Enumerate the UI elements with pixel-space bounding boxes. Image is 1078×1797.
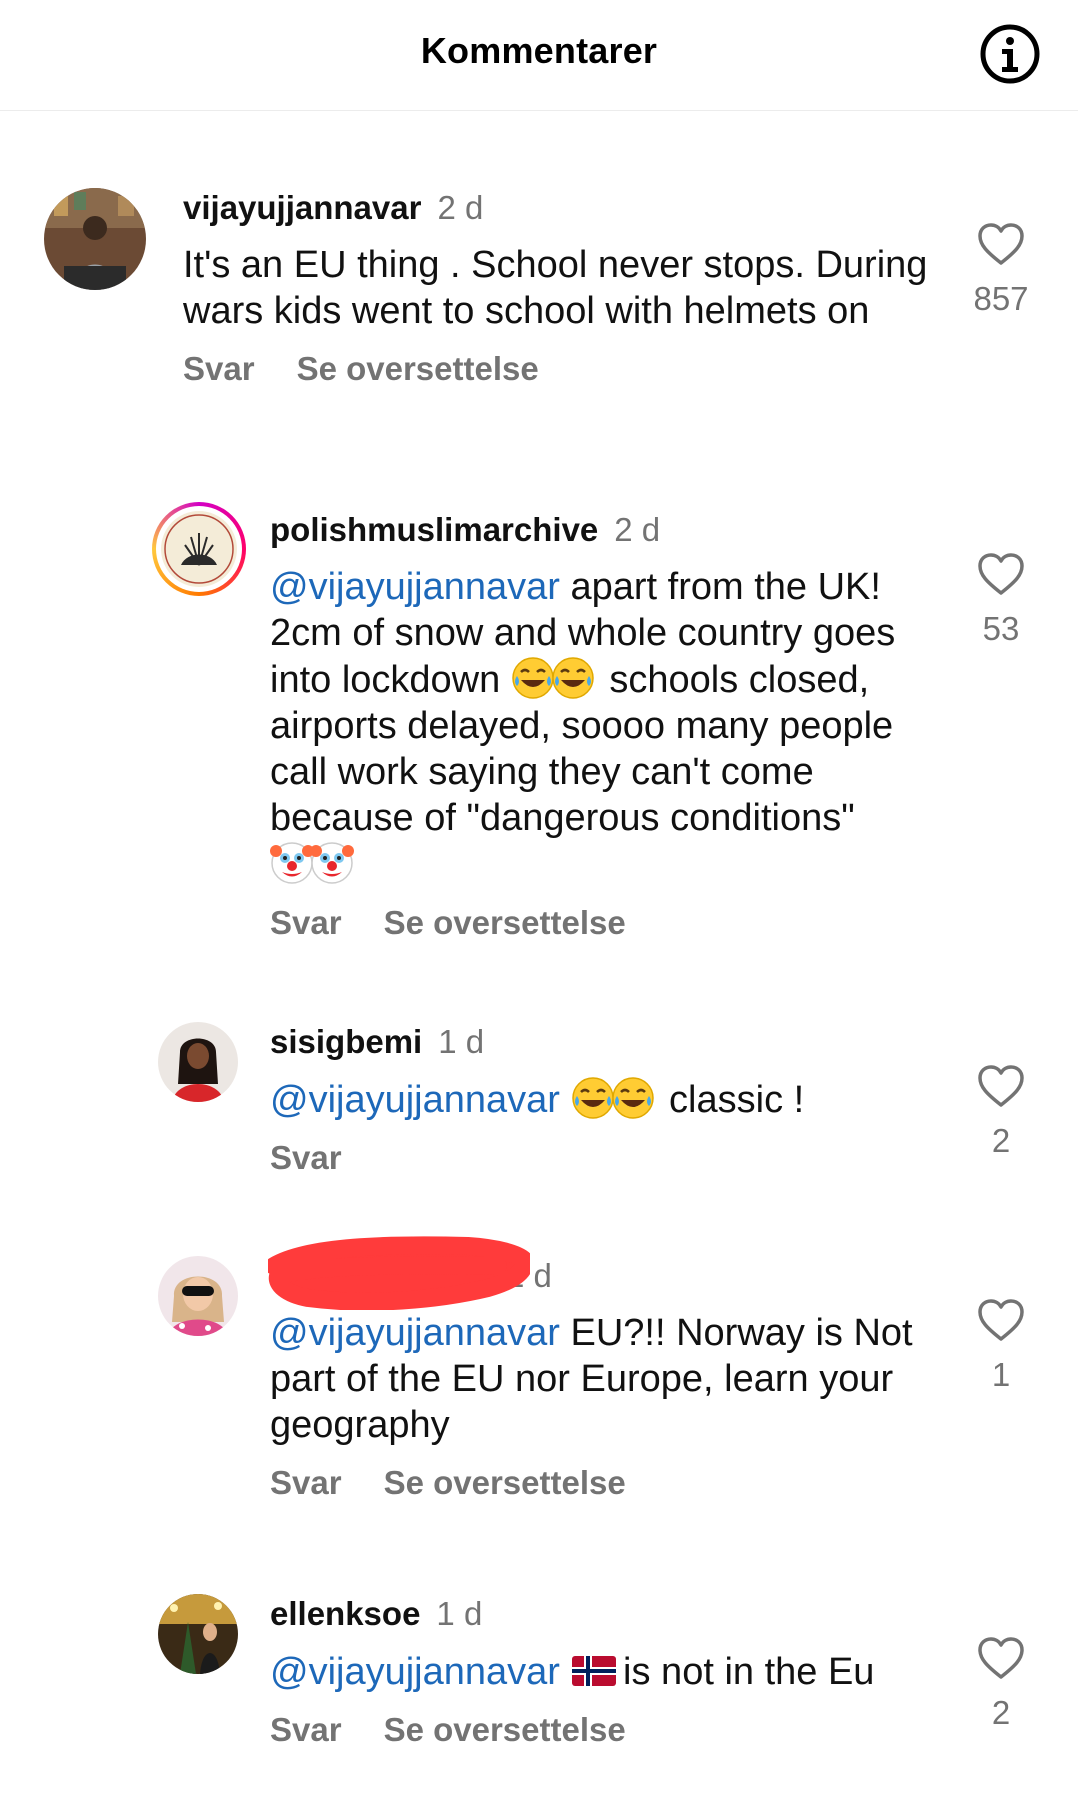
avatar[interactable] — [158, 1594, 238, 1674]
clown-face-emoji — [310, 841, 354, 885]
page-title: Kommentarer — [420, 30, 658, 71]
timestamp: 1 d — [438, 1023, 485, 1060]
see-translation-button[interactable]: Se oversettelse — [384, 1464, 626, 1501]
reply-button[interactable]: Svar — [270, 904, 342, 941]
heart-icon[interactable] — [977, 1298, 1025, 1342]
mention-link[interactable]: @vijayujjannavar — [270, 566, 560, 608]
username[interactable]: ellenksoe — [270, 1595, 420, 1632]
comment-text: @vijayujjannavar is not in the Eu — [270, 1648, 930, 1695]
comment-text-part: classic ! — [658, 1079, 805, 1121]
like-control: 2 — [968, 1636, 1034, 1732]
like-control: 1 — [968, 1298, 1034, 1394]
info-circle-icon[interactable] — [978, 22, 1042, 86]
see-translation-button[interactable]: Se oversettelse — [384, 1711, 626, 1748]
avatar[interactable] — [158, 1256, 238, 1336]
clown-face-emoji — [270, 841, 314, 885]
comment-text: @vijayujjannavar classic ! — [270, 1076, 930, 1123]
norway-flag-emoji — [571, 1648, 617, 1692]
like-control: 53 — [968, 552, 1034, 648]
like-control: 2 — [968, 1064, 1034, 1160]
comments-header: Kommentarer — [0, 0, 1078, 111]
heart-icon[interactable] — [977, 552, 1025, 596]
like-count: 857 — [973, 280, 1029, 317]
heart-icon[interactable] — [977, 1064, 1025, 1108]
heart-icon[interactable] — [977, 1636, 1025, 1680]
username[interactable]: vijayujjannavar — [183, 189, 421, 226]
tears-of-joy-emoji — [611, 1076, 655, 1120]
tears-of-joy-emoji — [571, 1076, 615, 1120]
timestamp: 1 d — [436, 1595, 483, 1632]
reply-button[interactable]: Svar — [183, 350, 255, 387]
heart-icon[interactable] — [977, 222, 1025, 266]
mention-link[interactable]: @vijayujjannavar — [270, 1312, 560, 1354]
avatar[interactable] — [44, 188, 146, 290]
username[interactable]: sisigbemi — [270, 1023, 422, 1060]
timestamp: 2 d — [437, 189, 484, 226]
avatar[interactable] — [158, 1022, 238, 1102]
comment-text-part: is not in the Eu — [612, 1651, 875, 1693]
like-count: 1 — [991, 1356, 1011, 1393]
see-translation-button[interactable]: Se oversettelse — [384, 904, 626, 941]
like-control: 857 — [968, 222, 1034, 318]
timestamp: 2 d — [614, 511, 661, 548]
tears-of-joy-emoji — [551, 656, 595, 700]
mention-link[interactable]: @vijayujjannavar — [270, 1651, 560, 1693]
mention-link[interactable]: @vijayujjannavar — [270, 1079, 560, 1121]
avatar[interactable] — [152, 502, 246, 596]
tears-of-joy-emoji — [511, 656, 555, 700]
username[interactable]: polishmuslimarchive — [270, 511, 598, 548]
comment-text: It's an EU thing . School never stops. D… — [183, 244, 928, 332]
reply-button[interactable]: Svar — [270, 1464, 342, 1501]
like-count: 2 — [991, 1122, 1011, 1159]
see-translation-button[interactable]: Se oversettelse — [297, 350, 539, 387]
reply-button[interactable]: Svar — [270, 1139, 342, 1176]
reply-button[interactable]: Svar — [270, 1711, 342, 1748]
comment-text: @vijayujjannavar EU?!! Norway is Not par… — [270, 1310, 930, 1448]
like-count: 53 — [982, 610, 1020, 647]
comment-text: @vijayujjannavar apart from the UK! 2cm … — [270, 564, 930, 888]
like-count: 2 — [991, 1694, 1011, 1731]
redaction-scribble — [268, 1236, 530, 1310]
